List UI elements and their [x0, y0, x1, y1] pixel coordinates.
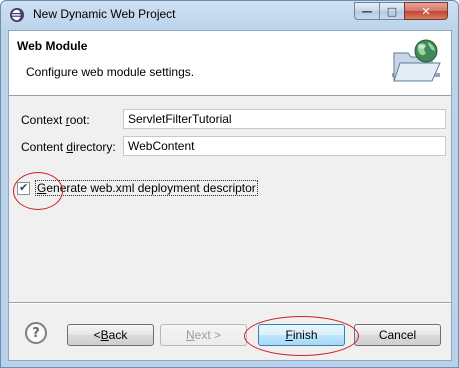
finish-button[interactable]: Finish [258, 324, 345, 346]
dialog-window: New Dynamic Web Project — □ ✕ Web Module… [0, 0, 459, 368]
folder-globe-icon [392, 39, 441, 82]
back-button[interactable]: < Back [67, 324, 154, 346]
title-bar[interactable]: New Dynamic Web Project — □ ✕ [1, 1, 458, 29]
minimize-icon: — [361, 4, 373, 18]
cancel-button[interactable]: Cancel [354, 324, 441, 346]
minimize-button[interactable]: — [354, 2, 380, 20]
window-title: New Dynamic Web Project [33, 7, 176, 21]
context-root-label: Context root: [21, 113, 90, 127]
wizard-banner: Web Module Configure web module settings… [9, 31, 451, 96]
generate-descriptor-label[interactable]: Generate web.xml deployment descriptor [35, 180, 258, 196]
help-button[interactable]: ? [25, 322, 47, 344]
next-button[interactable]: Next > [160, 324, 247, 346]
page-title: Web Module [17, 39, 88, 53]
checkmark-icon: ✔ [19, 181, 29, 194]
maximize-button[interactable]: □ [379, 2, 405, 20]
generate-descriptor-checkbox[interactable]: ✔ [17, 181, 30, 195]
dialog-client-area: Web Module Configure web module settings… [8, 30, 452, 361]
content-directory-label: Content directory: [21, 140, 116, 154]
close-icon: ✕ [421, 4, 431, 18]
page-description: Configure web module settings. [26, 65, 195, 79]
maximize-icon: □ [386, 4, 398, 18]
content-directory-input[interactable]: WebContent [123, 136, 446, 156]
footer-separator [9, 302, 451, 304]
help-icon: ? [32, 325, 40, 341]
context-root-input[interactable]: ServletFilterTutorial [123, 109, 446, 129]
eclipse-app-icon [10, 8, 24, 22]
close-button[interactable]: ✕ [404, 2, 448, 20]
